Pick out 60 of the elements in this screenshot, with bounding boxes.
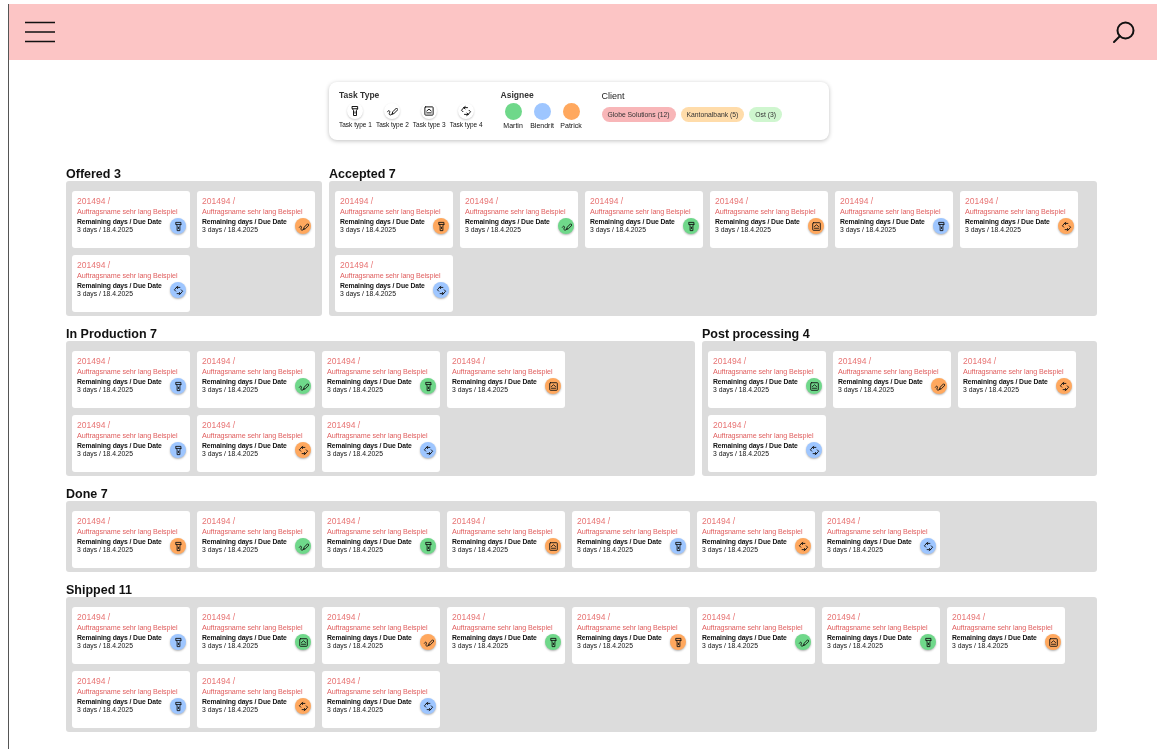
task-type-filter[interactable]: [384, 103, 401, 119]
column-title: Shipped 11: [66, 582, 133, 598]
order-number: 201494 /: [952, 612, 986, 623]
order-number: 201494 /: [202, 420, 236, 431]
menu-icon[interactable]: [24, 21, 56, 43]
order-number: 201494 /: [452, 356, 486, 367]
order-number: 201494 /: [827, 612, 861, 623]
assignee-heading: Asignee: [500, 90, 534, 100]
order-number: 201494 /: [963, 356, 997, 367]
task-type-filter[interactable]: [347, 103, 364, 119]
order-number: 201494 /: [327, 612, 361, 623]
assignee-dot[interactable]: [562, 103, 580, 120]
pencil-icon: [386, 105, 399, 117]
order-number: 201494 /: [827, 516, 861, 527]
order-number: 201494 /: [590, 196, 624, 207]
order-number: 201494 /: [452, 516, 486, 527]
order-number: 201494 /: [452, 612, 486, 623]
order-number: 201494 /: [202, 356, 236, 367]
order-number: 201494 /: [713, 420, 747, 431]
order-number: 201494 /: [577, 516, 611, 527]
assignee-dot[interactable]: [533, 103, 551, 120]
order-number: 201494 /: [77, 420, 111, 431]
order-number: 201494 /: [702, 612, 736, 623]
order-number: 201494 /: [965, 196, 999, 207]
order-number: 201494 /: [202, 196, 236, 207]
order-number: 201494 /: [838, 356, 872, 367]
column-title: Post processing 4: [702, 326, 811, 342]
order-number: 201494 /: [77, 356, 111, 367]
order-number: 201494 /: [840, 196, 874, 207]
order-number: 201494 /: [715, 196, 749, 207]
order-number: 201494 /: [465, 196, 499, 207]
order-number: 201494 /: [327, 420, 361, 431]
order-number: 201494 /: [713, 356, 747, 367]
order-number: 201494 /: [577, 612, 611, 623]
column-title: Accepted 7: [329, 166, 397, 182]
order-number: 201494 /: [202, 676, 236, 687]
order-number: 201494 /: [327, 516, 361, 527]
column-title: Offered 3: [66, 166, 122, 182]
task-type-filter[interactable]: [421, 103, 438, 119]
order-number: 201494 /: [702, 516, 736, 527]
column-title: Done 7: [66, 486, 109, 502]
order-number: 201494 /: [202, 516, 236, 527]
rotate-arrows-icon: [460, 105, 473, 117]
client-heading: Client: [601, 91, 625, 101]
order-number: 201494 /: [340, 260, 374, 271]
order-number: 201494 /: [77, 260, 111, 271]
order-number: 201494 /: [202, 612, 236, 623]
order-number: 201494 /: [327, 356, 361, 367]
search-icon[interactable]: [1112, 20, 1136, 44]
order-number: 201494 /: [77, 516, 111, 527]
tray-icon: [423, 105, 436, 117]
task-type-heading: Task Type: [339, 90, 380, 100]
order-number: 201494 /: [77, 676, 111, 687]
order-number: 201494 /: [327, 676, 361, 687]
order-number: 201494 /: [77, 196, 111, 207]
assignee-dot[interactable]: [504, 103, 522, 120]
order-number: 201494 /: [77, 612, 111, 623]
order-number: 201494 /: [340, 196, 374, 207]
task-type-filter[interactable]: [458, 103, 475, 119]
column-title: In Production 7: [66, 326, 158, 342]
